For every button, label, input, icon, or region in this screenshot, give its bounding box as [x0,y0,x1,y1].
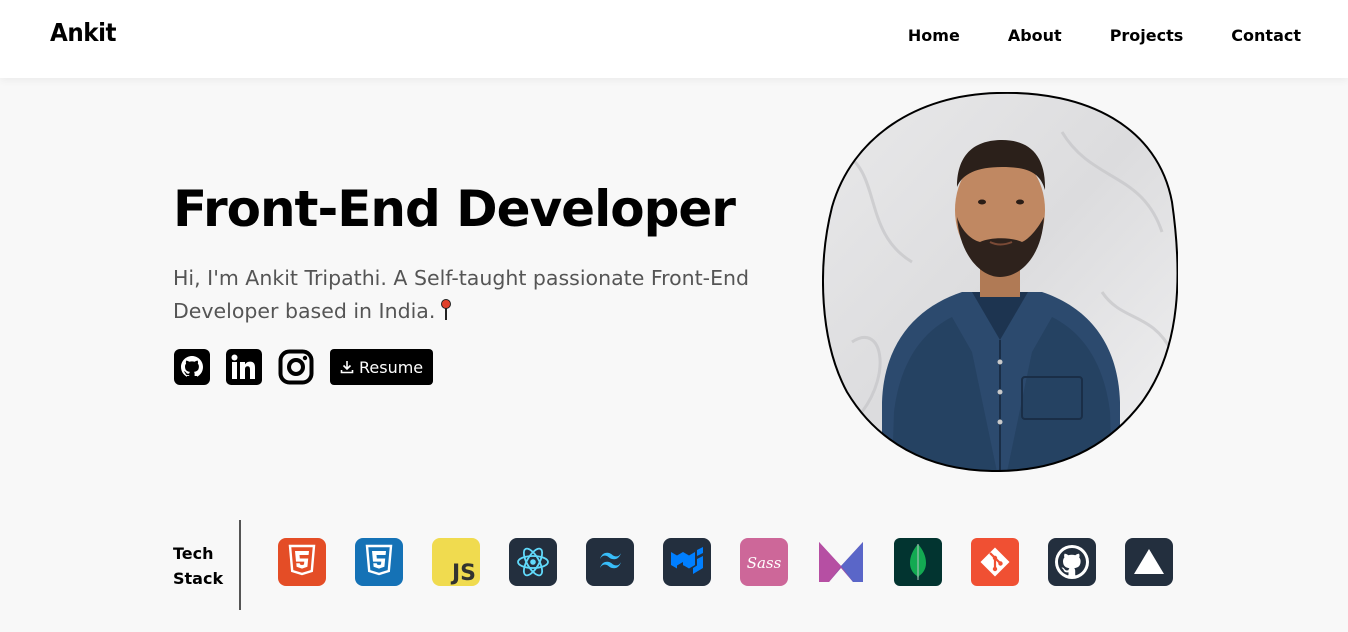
resume-button[interactable]: Resume [330,349,434,385]
git-icon [971,538,1019,586]
resume-button-label: Resume [359,357,424,377]
hero-intro: Hi, I'm Ankit Tripathi. A Self-taught pa… [173,262,793,328]
nav-projects-link[interactable]: Projects [1110,26,1184,45]
material-ui-icon [663,538,711,586]
profile-photo [822,92,1178,472]
top-navbar: Ankit Home About Projects Contact [0,0,1348,78]
tech-stack-icons: JS Sass [278,538,1173,586]
github-icon [1048,538,1096,586]
main-nav: Home About Projects Contact [908,26,1301,45]
hero-intro-text: Hi, I'm Ankit Tripathi. A Self-taught pa… [173,266,750,323]
css3-icon [355,538,403,586]
linkedin-icon[interactable] [226,349,262,385]
vercel-icon [1125,538,1173,586]
sass-icon-text: Sass [747,554,782,572]
html5-icon [278,538,326,586]
nav-contact-link[interactable]: Contact [1231,26,1301,45]
tech-stack-divider [239,520,241,610]
github-icon[interactable] [174,349,210,385]
hero-title: Front-End Developer [173,180,736,238]
tech-stack-label: Tech Stack [173,541,233,591]
social-links: Resume [174,349,434,385]
nav-about-link[interactable]: About [1008,26,1062,45]
react-icon [509,538,557,586]
round-pushpin-icon [439,299,453,321]
mongodb-icon [894,538,942,586]
instagram-icon[interactable] [278,349,314,385]
redux-icon [819,542,863,582]
tech-stack-label-line1: Tech [173,544,214,563]
javascript-icon: JS [432,538,480,586]
nav-home-link[interactable]: Home [908,26,960,45]
javascript-icon-text: JS [450,561,476,586]
tech-stack-label-line2: Stack [173,569,224,588]
sass-icon: Sass [740,538,788,586]
site-logo[interactable]: Ankit [50,18,117,47]
tailwind-icon [586,538,634,586]
download-icon [340,361,354,374]
